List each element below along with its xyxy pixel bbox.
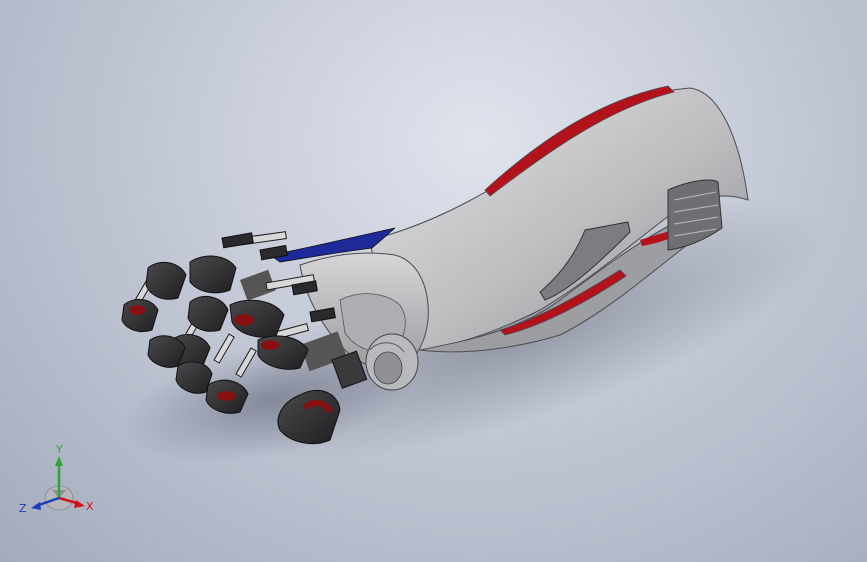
triad-x-label: X — [86, 500, 94, 513]
thumb-rotator[interactable] — [365, 333, 419, 391]
prosthetic-hand-model[interactable] — [0, 0, 867, 562]
triad-z-arrow-icon — [31, 502, 41, 510]
triad-y-arrow-icon — [55, 456, 63, 466]
triad-x-arrow-icon — [74, 500, 85, 508]
orientation-triad[interactable]: Y X Z — [14, 440, 104, 530]
graphics-viewport[interactable]: Y X Z — [0, 0, 867, 562]
finger-little[interactable] — [205, 379, 249, 414]
triad-z-label: Z — [19, 502, 27, 515]
triad-y-label: Y — [55, 443, 63, 456]
